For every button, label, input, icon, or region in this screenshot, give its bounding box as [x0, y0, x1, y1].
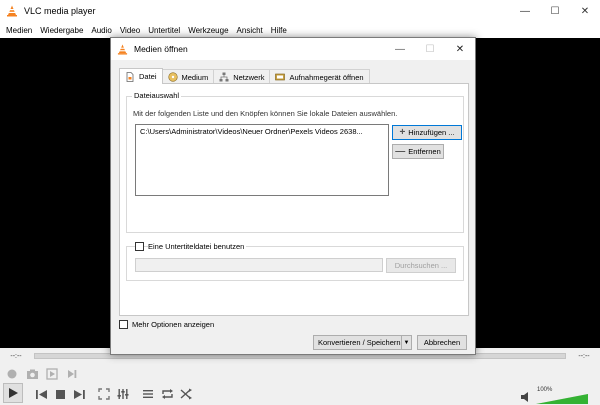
- minus-icon: —: [395, 146, 406, 157]
- menu-untertitel[interactable]: Untertitel: [144, 26, 184, 35]
- minimize-icon: —: [395, 43, 405, 55]
- volume-percent: 100%: [537, 387, 553, 393]
- fullscreen-icon: [98, 388, 110, 400]
- maximize-icon: ☐: [550, 5, 560, 17]
- time-total: --:--: [578, 352, 590, 360]
- snapshot-button[interactable]: [24, 366, 40, 382]
- time-elapsed: --:--: [10, 352, 22, 360]
- skip-back-icon: [35, 389, 47, 399]
- close-button[interactable]: ✕: [570, 0, 600, 22]
- minimize-button[interactable]: —: [510, 0, 540, 22]
- subtitle-checkbox[interactable]: [135, 242, 144, 251]
- plus-icon: +: [399, 127, 406, 138]
- vlc-cone-icon: [7, 5, 17, 17]
- camera-icon: [26, 369, 38, 379]
- equalizer-icon: [117, 389, 129, 399]
- main-titlebar: VLC media player — ☐ ✕: [0, 0, 600, 22]
- loop-button[interactable]: [159, 386, 175, 402]
- play-icon: [9, 388, 18, 398]
- mute-button[interactable]: [518, 389, 534, 405]
- app-title: VLC media player: [24, 6, 96, 16]
- tab-medium[interactable]: Medium: [161, 69, 215, 84]
- menu-bar: Medien Wiedergabe Audio Video Untertitel…: [0, 22, 600, 38]
- file-selection-legend: Dateiauswahl: [132, 91, 182, 100]
- frame-step-icon: [68, 370, 77, 378]
- tab-netzwerk-label: Netzwerk: [233, 72, 265, 82]
- maximize-icon: ☐: [425, 43, 435, 55]
- tab-aufnahmegeraet[interactable]: Aufnahmegerät öffnen: [269, 69, 370, 84]
- remove-file-button[interactable]: — Entfernen: [392, 144, 444, 159]
- tab-netzwerk[interactable]: Netzwerk: [213, 69, 271, 84]
- extended-settings-button[interactable]: [115, 386, 131, 402]
- volume-slider[interactable]: [536, 394, 588, 404]
- tab-panel-datei: Dateiauswahl Mit der folgenden Liste und…: [119, 83, 469, 316]
- close-icon: ✕: [580, 5, 590, 17]
- file-list-item[interactable]: C:\Users\Administrator\Videos\Neuer Ordn…: [140, 127, 384, 136]
- menu-ansicht[interactable]: Ansicht: [233, 26, 267, 35]
- file-selection-group: Dateiauswahl Mit der folgenden Liste und…: [126, 91, 464, 233]
- file-selection-hint: Mit der folgenden Liste und den Knöpfen …: [133, 109, 398, 118]
- menu-medien[interactable]: Medien: [2, 26, 36, 35]
- playlist-button[interactable]: [140, 386, 156, 402]
- remove-file-label: Entfernen: [408, 147, 441, 156]
- previous-button[interactable]: [33, 386, 49, 402]
- menu-video[interactable]: Video: [116, 26, 144, 35]
- menu-wiedergabe[interactable]: Wiedergabe: [36, 26, 87, 35]
- dialog-titlebar: Medien öffnen — ☐ ✕: [111, 38, 475, 60]
- dialog-maximize-button[interactable]: ☐: [415, 38, 445, 60]
- loop-ab-button[interactable]: [44, 366, 60, 382]
- menu-audio[interactable]: Audio: [87, 26, 115, 35]
- network-icon: [219, 72, 229, 82]
- add-file-label: Hinzufügen ...: [408, 128, 455, 137]
- convert-save-label: Konvertieren / Speichern: [318, 338, 401, 347]
- tab-datei[interactable]: Datei: [119, 68, 163, 84]
- cancel-button[interactable]: Abbrechen: [417, 335, 467, 350]
- tab-medium-label: Medium: [181, 72, 209, 82]
- record-button[interactable]: [4, 366, 20, 382]
- shuffle-button[interactable]: [178, 386, 194, 402]
- next-button[interactable]: [71, 386, 87, 402]
- frame-step-button[interactable]: [64, 366, 80, 382]
- subtitle-path-input[interactable]: [135, 258, 383, 272]
- minimize-icon: —: [520, 5, 530, 17]
- record-icon: [7, 369, 17, 379]
- more-options-checkbox[interactable]: [119, 320, 128, 329]
- file-list[interactable]: C:\Users\Administrator\Videos\Neuer Ordn…: [135, 124, 389, 196]
- maximize-button[interactable]: ☐: [540, 0, 570, 22]
- tab-bar: Datei Medium Netzwerk Aufnahmegerät öffn…: [119, 68, 370, 84]
- menu-werkzeuge[interactable]: Werkzeuge: [184, 26, 232, 35]
- more-options-label[interactable]: Mehr Optionen anzeigen: [132, 320, 214, 329]
- loop-icon: [161, 389, 173, 399]
- subtitle-group: Eine Untertiteldatei benutzen Durchsuche…: [126, 242, 464, 281]
- subtitle-checkbox-label[interactable]: Eine Untertiteldatei benutzen: [148, 242, 247, 251]
- browse-button[interactable]: Durchsuchen ...: [386, 258, 456, 273]
- tab-datei-label: Datei: [139, 72, 157, 81]
- vlc-cone-icon: [117, 43, 128, 55]
- browse-label: Durchsuchen ...: [394, 261, 448, 270]
- menu-hilfe[interactable]: Hilfe: [267, 26, 291, 35]
- capture-device-icon: [275, 73, 286, 81]
- speaker-icon: [521, 392, 528, 402]
- skip-forward-icon: [73, 389, 85, 399]
- playlist-icon: [143, 390, 153, 398]
- close-icon: ✕: [455, 43, 465, 55]
- dialog-title: Medien öffnen: [134, 44, 188, 54]
- disc-icon: [167, 72, 178, 82]
- file-icon: [126, 71, 134, 82]
- loop-ab-icon: [46, 368, 58, 380]
- dropdown-arrow-icon[interactable]: ▼: [401, 336, 411, 349]
- stop-button[interactable]: [52, 386, 68, 402]
- convert-save-button[interactable]: Konvertieren / Speichern ▼: [313, 335, 412, 350]
- shuffle-icon: [180, 388, 192, 400]
- add-file-button[interactable]: + Hinzufügen ...: [392, 125, 462, 140]
- stop-icon: [55, 389, 65, 399]
- fullscreen-button[interactable]: [96, 386, 112, 402]
- dialog-close-button[interactable]: ✕: [445, 38, 475, 60]
- dialog-minimize-button[interactable]: —: [385, 38, 415, 60]
- playback-controls: 100%: [0, 364, 600, 405]
- open-media-dialog: Medien öffnen — ☐ ✕ Datei Medium Netzwer…: [110, 37, 476, 355]
- play-button[interactable]: [3, 383, 23, 403]
- cancel-label: Abbrechen: [423, 338, 461, 347]
- tab-aufnahmegeraet-label: Aufnahmegerät öffnen: [289, 72, 364, 82]
